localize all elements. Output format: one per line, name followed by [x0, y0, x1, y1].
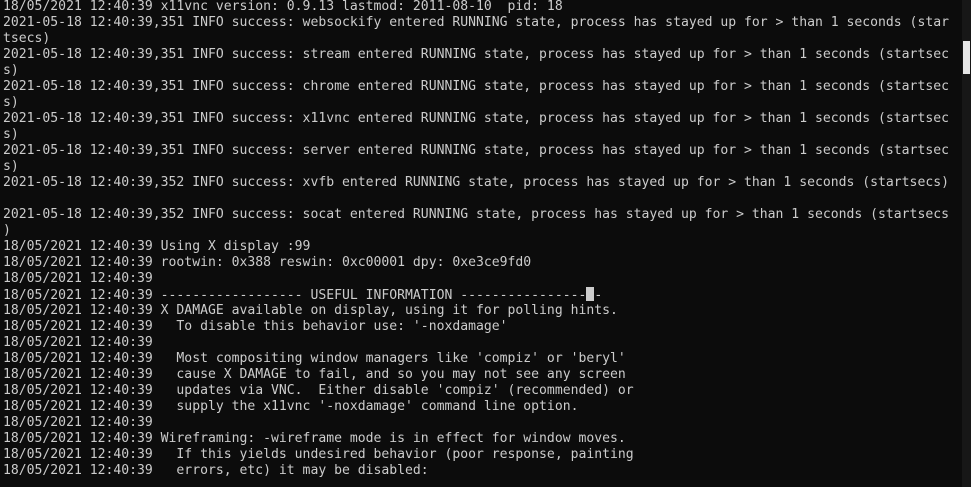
log-line: 18/05/2021 12:40:39 cause X DAMAGE to fa…	[3, 367, 626, 382]
log-line: 2021-05-18 12:40:39,351 INFO success: x1…	[3, 111, 949, 126]
vertical-scrollbar[interactable]	[962, 0, 971, 487]
log-line: s)	[3, 63, 19, 78]
log-line: 18/05/2021 12:40:39 If this yields undes…	[3, 447, 634, 462]
log-line: 18/05/2021 12:40:39	[3, 335, 153, 350]
log-line: 18/05/2021 12:40:39 Wireframing: -wirefr…	[3, 431, 626, 446]
log-line-text: 18/05/2021 12:40:39 ------------------ U…	[3, 288, 587, 303]
log-line: 18/05/2021 12:40:39 To disable this beha…	[3, 319, 508, 334]
log-line: 2021-05-18 12:40:39,351 INFO success: we…	[3, 15, 949, 30]
scrollbar-thumb[interactable]	[963, 41, 970, 74]
log-line: 18/05/2021 12:40:39 x11vnc version: 0.9.…	[3, 0, 563, 14]
log-line: s)	[3, 95, 19, 110]
log-line: 18/05/2021 12:40:39	[3, 271, 153, 286]
log-line: 18/05/2021 12:40:39 Using X display :99	[3, 239, 311, 254]
log-line: tsecs)	[3, 31, 51, 46]
log-line: 18/05/2021 12:40:39 Most compositing win…	[3, 351, 626, 366]
log-line: 18/05/2021 12:40:39 updates via VNC. Eit…	[3, 383, 634, 398]
log-line: 18/05/2021 12:40:39 rootwin: 0x388 reswi…	[3, 255, 532, 270]
log-line: 18/05/2021 12:40:39	[3, 415, 153, 430]
log-line: 2021-05-18 12:40:39,351 INFO success: ch…	[3, 79, 949, 94]
log-line: 2021-05-18 12:40:39,352 INFO success: xv…	[3, 175, 949, 190]
log-line: 2021-05-18 12:40:39,351 INFO success: se…	[3, 143, 949, 158]
terminal-window[interactable]: 18/05/2021 12:40:39 x11vnc version: 0.9.…	[0, 0, 962, 487]
log-line: 18/05/2021 12:40:39 X DAMAGE available o…	[3, 303, 618, 318]
log-line: s)	[3, 127, 19, 142]
console-output[interactable]: 18/05/2021 12:40:39 x11vnc version: 0.9.…	[3, 0, 949, 479]
log-line-with-cursor: 18/05/2021 12:40:39 ------------------ U…	[3, 287, 949, 303]
log-line: 18/05/2021 12:40:39 supply the x11vnc '-…	[3, 399, 579, 414]
log-line: )	[3, 223, 11, 238]
log-line: 2021-05-18 12:40:39,352 INFO success: so…	[3, 207, 949, 222]
log-line: 2021-05-18 12:40:39,351 INFO success: st…	[3, 47, 949, 62]
cursor-trailing-char: -	[594, 288, 603, 303]
log-line: 18/05/2021 12:40:39 errors, etc) it may …	[3, 463, 429, 478]
log-line: s)	[3, 159, 19, 174]
